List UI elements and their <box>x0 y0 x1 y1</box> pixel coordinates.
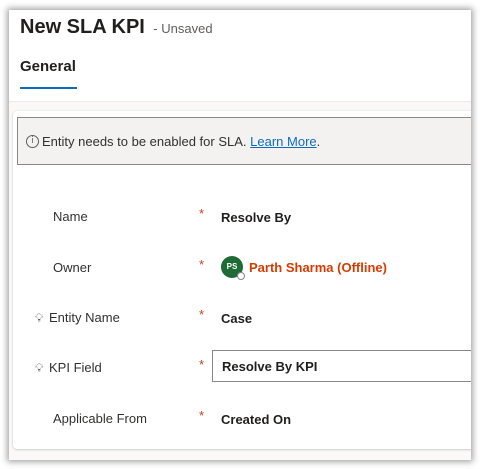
required-indicator: * <box>199 357 205 372</box>
field-row-owner: Owner * PS Parth Sharma (Offline) <box>13 254 471 284</box>
notification-bar: i Entity needs to be enabled for SLA. Le… <box>17 117 471 165</box>
field-row-applicable-from: Applicable From * Created On <box>13 405 471 435</box>
avatar: PS <box>221 256 245 280</box>
page-title: New SLA KPI <box>20 16 145 38</box>
applicable-from-value[interactable]: Created On <box>221 412 291 427</box>
avatar-initials: PS <box>226 262 238 271</box>
owner-value[interactable]: Parth Sharma (Offline) <box>249 260 387 275</box>
applicable-from-label: Applicable From <box>53 411 147 426</box>
kpi-field-input[interactable]: Resolve By KPI <box>212 350 471 382</box>
kpi-field-label-text: KPI Field <box>49 360 102 375</box>
notification-period: . <box>316 133 321 149</box>
lightbulb-icon: 💡︎ <box>35 361 44 375</box>
required-indicator: * <box>199 257 205 272</box>
name-value[interactable]: Resolve By <box>221 210 291 225</box>
owner-label: Owner <box>53 260 92 275</box>
entity-name-value[interactable]: Case <box>221 311 252 326</box>
entity-name-label: 💡︎ Entity Name <box>35 310 120 326</box>
required-indicator: * <box>199 206 205 221</box>
learn-more-link[interactable]: Learn More <box>250 134 316 149</box>
header-divider <box>9 101 471 102</box>
owner-lookup[interactable]: PS Parth Sharma (Offline) <box>221 256 387 280</box>
field-row-name: Name * Resolve By <box>13 203 471 233</box>
field-row-entity-name: 💡︎ Entity Name * Case <box>13 304 471 334</box>
title-row: New SLA KPI - Unsaved <box>20 16 213 39</box>
required-indicator: * <box>199 408 205 423</box>
name-label: Name <box>53 209 88 224</box>
info-icon: i <box>26 134 39 148</box>
active-tab-indicator <box>20 87 77 89</box>
required-indicator: * <box>199 307 205 322</box>
notification-text: Entity needs to be enabled for SLA. <box>42 133 247 149</box>
entity-name-label-text: Entity Name <box>49 310 120 325</box>
kpi-field-value: Resolve By KPI <box>222 359 318 374</box>
tab-general[interactable]: General <box>20 58 76 75</box>
presence-offline-icon <box>237 272 245 280</box>
general-section: i Entity needs to be enabled for SLA. Le… <box>13 111 471 449</box>
form-header: New SLA KPI - Unsaved General <box>9 10 471 102</box>
field-row-kpi-field: 💡︎ KPI Field * Resolve By KPI <box>13 350 471 384</box>
kpi-field-label: 💡︎ KPI Field <box>35 360 102 376</box>
lightbulb-icon: 💡︎ <box>35 311 44 325</box>
form-window: New SLA KPI - Unsaved General i Entity n… <box>9 10 471 460</box>
save-status: - Unsaved <box>153 21 213 36</box>
